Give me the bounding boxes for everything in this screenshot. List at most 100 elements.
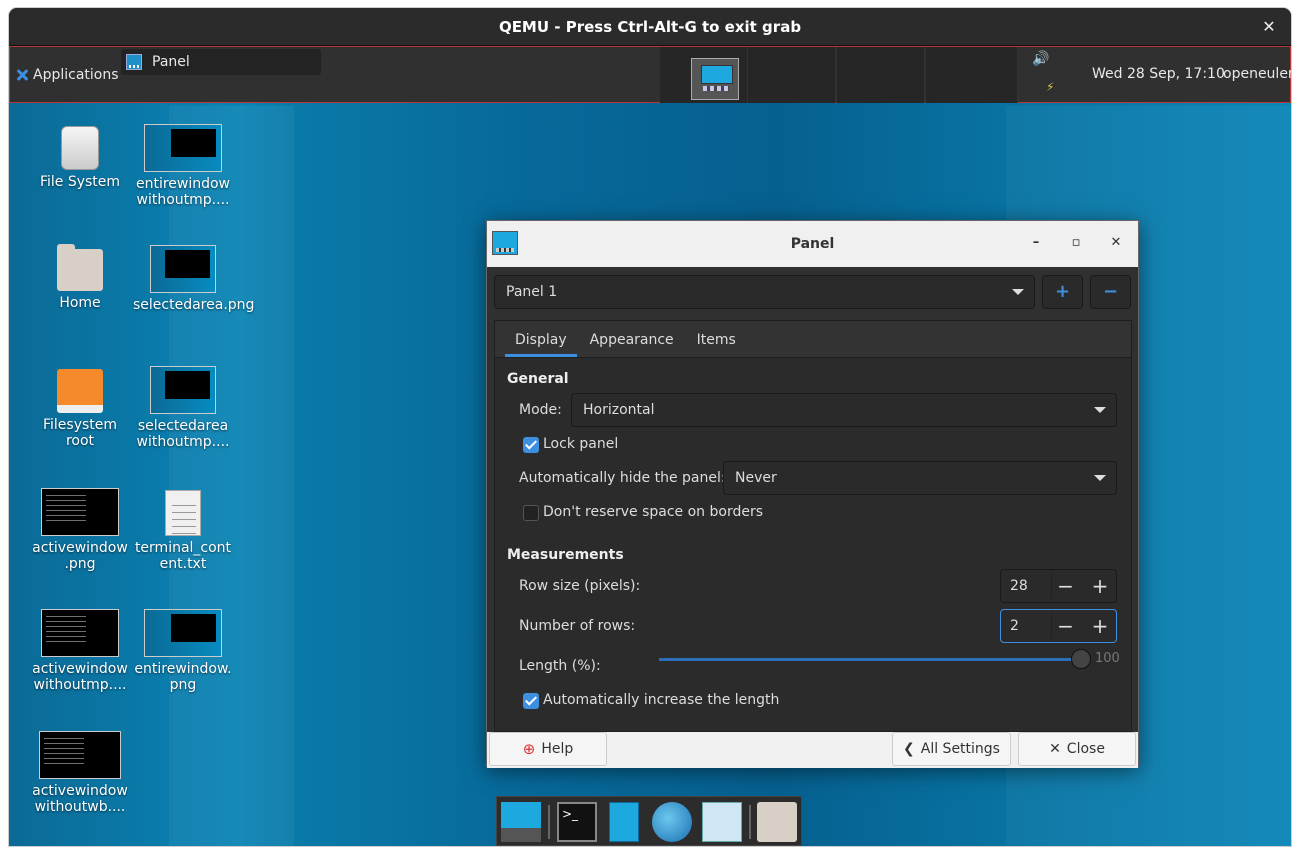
desktop-icon-activewindow-withoutwb[interactable]: activewindow withoutwb....: [30, 731, 130, 815]
length-slider-handle[interactable]: [1071, 649, 1091, 669]
terminal-icon[interactable]: >_: [557, 802, 597, 842]
lock-panel-checkbox[interactable]: [523, 437, 539, 453]
applications-label: Applications: [33, 67, 119, 83]
taskbar-label: Panel: [152, 54, 190, 70]
file-manager-icon[interactable]: [609, 802, 639, 842]
decrement-button[interactable]: −: [1051, 573, 1079, 599]
tab-display[interactable]: Display: [505, 321, 577, 357]
chevron-down-icon: [1094, 475, 1106, 481]
help-icon: ⊕: [522, 740, 536, 758]
qemu-titlebar: QEMU - Press Ctrl-Alt-G to exit grab ✕: [9, 8, 1291, 46]
close-button[interactable]: ✕: [1106, 233, 1126, 253]
desktop: Applications Panel 🔊 ⚡ Wed 28 Sep, 17:10…: [9, 46, 1291, 846]
decrement-button[interactable]: −: [1051, 613, 1079, 639]
desktop-icon-activewindow-withoutmp[interactable]: activewindow withoutmp....: [30, 609, 130, 693]
drive-icon: [57, 369, 103, 413]
lock-panel-label[interactable]: Lock panel: [543, 436, 618, 452]
app-finder-icon[interactable]: [702, 802, 742, 842]
applications-menu[interactable]: Applications: [15, 67, 119, 83]
panel-icon: [492, 231, 518, 255]
auto-length-label[interactable]: Automatically increase the length: [543, 692, 779, 708]
desktop-icon-entirewindow[interactable]: entirewindow. png: [133, 609, 233, 693]
workspace-3[interactable]: [837, 47, 925, 103]
qemu-close-button[interactable]: ✕: [1259, 17, 1279, 37]
mode-select[interactable]: Horizontal: [571, 393, 1117, 427]
tab-appearance[interactable]: Appearance: [580, 321, 684, 357]
panel-icon: [126, 54, 142, 70]
dialog-titlebar: Panel – ▫ ✕: [487, 221, 1138, 267]
image-thumbnail-icon: [144, 124, 222, 172]
qemu-title: QEMU - Press Ctrl-Alt-G to exit grab: [498, 17, 802, 36]
dialog-title: Panel: [790, 236, 835, 252]
desktop-icon-activewindow[interactable]: activewindow .png: [30, 488, 130, 572]
qemu-window: QEMU - Press Ctrl-Alt-G to exit grab ✕ A…: [9, 8, 1291, 846]
clock[interactable]: Wed 28 Sep, 17:10: [1092, 66, 1225, 82]
help-button[interactable]: ⊕ Help: [489, 732, 607, 766]
show-desktop-icon[interactable]: [501, 802, 541, 842]
volume-icon[interactable]: 🔊: [1032, 51, 1049, 67]
workspace-2[interactable]: [748, 47, 836, 103]
settings-notebook: Display Appearance Items General Mode: H…: [494, 320, 1132, 732]
desktop-icon-file-system[interactable]: File System: [30, 126, 130, 190]
length-value: 100: [1095, 651, 1120, 666]
home-folder-icon[interactable]: [757, 802, 797, 842]
close-icon: ✕: [1049, 741, 1061, 757]
top-panel: Applications Panel 🔊 ⚡ Wed 28 Sep, 17:10…: [9, 46, 1291, 103]
web-browser-icon[interactable]: [652, 802, 692, 842]
mode-label: Mode:: [519, 402, 562, 418]
auto-length-checkbox[interactable]: [523, 693, 539, 709]
all-settings-button[interactable]: ❮ All Settings: [892, 732, 1011, 766]
tab-items[interactable]: Items: [687, 321, 746, 357]
desktop-icon-home[interactable]: Home: [30, 244, 130, 311]
image-thumbnail-icon: [150, 366, 216, 414]
section-measurements: Measurements: [507, 547, 624, 563]
network-icon[interactable]: ⚡: [1046, 80, 1054, 94]
maximize-button[interactable]: ▫: [1066, 233, 1086, 253]
workspace-1[interactable]: [660, 47, 748, 103]
chevron-left-icon: ❮: [903, 741, 915, 757]
desktop-icon-terminal-content[interactable]: terminal_cont ent.txt: [133, 490, 233, 572]
reserve-space-label[interactable]: Don't reserve space on borders: [543, 504, 763, 520]
desktop-icon-selectedarea-withoutmp[interactable]: selectedarea withoutmp....: [133, 366, 233, 450]
workspace-thumbnail: [691, 58, 739, 100]
image-thumbnail-icon: [39, 731, 121, 779]
user-menu[interactable]: openeuler: [1223, 66, 1291, 82]
bottom-dock: >_: [496, 796, 802, 846]
remove-panel-button[interactable]: −: [1090, 275, 1131, 309]
minimize-button[interactable]: –: [1026, 233, 1046, 253]
length-label: Length (%):: [519, 658, 601, 674]
desktop-icon-entirewindow-withoutmp[interactable]: entirewindow withoutmp....: [133, 124, 233, 208]
close-dialog-button[interactable]: ✕ Close: [1018, 732, 1136, 766]
desktop-icon-selectedarea[interactable]: selectedarea.png: [133, 245, 254, 313]
autohide-label: Automatically hide the panel:: [519, 470, 726, 486]
text-file-icon: [165, 490, 201, 536]
rows-label: Number of rows:: [519, 618, 636, 634]
home-folder-icon: [57, 244, 103, 291]
harddisk-icon: [61, 126, 99, 170]
taskbar-button-panel[interactable]: Panel: [121, 49, 321, 75]
length-slider-track[interactable]: [659, 658, 1082, 661]
row-size-label: Row size (pixels):: [519, 578, 641, 594]
dialog-body: Panel 1 + − Display Appearance Items Gen…: [487, 267, 1138, 732]
panel-preferences-dialog: Panel – ▫ ✕ Panel 1 + − Display Appearan…: [486, 220, 1139, 768]
reserve-space-checkbox[interactable]: [523, 505, 539, 521]
panel-select[interactable]: Panel 1: [494, 275, 1035, 309]
image-thumbnail-icon: [150, 245, 216, 293]
desktop-icon-filesystem-root[interactable]: Filesystem root: [30, 369, 130, 449]
tab-bar: Display Appearance Items: [495, 321, 1131, 358]
increment-button[interactable]: +: [1086, 573, 1114, 599]
image-thumbnail-icon: [144, 609, 222, 657]
chevron-down-icon: [1094, 407, 1106, 413]
row-size-spinbutton[interactable]: 28 − +: [1000, 569, 1117, 603]
xfce-logo-icon: [15, 68, 29, 82]
add-panel-button[interactable]: +: [1042, 275, 1083, 309]
increment-button[interactable]: +: [1086, 613, 1114, 639]
workspace-4[interactable]: [926, 47, 1018, 103]
image-thumbnail-icon: [41, 609, 119, 657]
dialog-footer: ⊕ Help ❮ All Settings ✕ Close: [487, 732, 1138, 768]
autohide-select[interactable]: Never: [723, 461, 1117, 495]
chevron-down-icon: [1012, 289, 1024, 295]
section-general: General: [507, 371, 569, 387]
rows-spinbutton[interactable]: 2 − +: [1000, 609, 1117, 643]
image-thumbnail-icon: [41, 488, 119, 536]
